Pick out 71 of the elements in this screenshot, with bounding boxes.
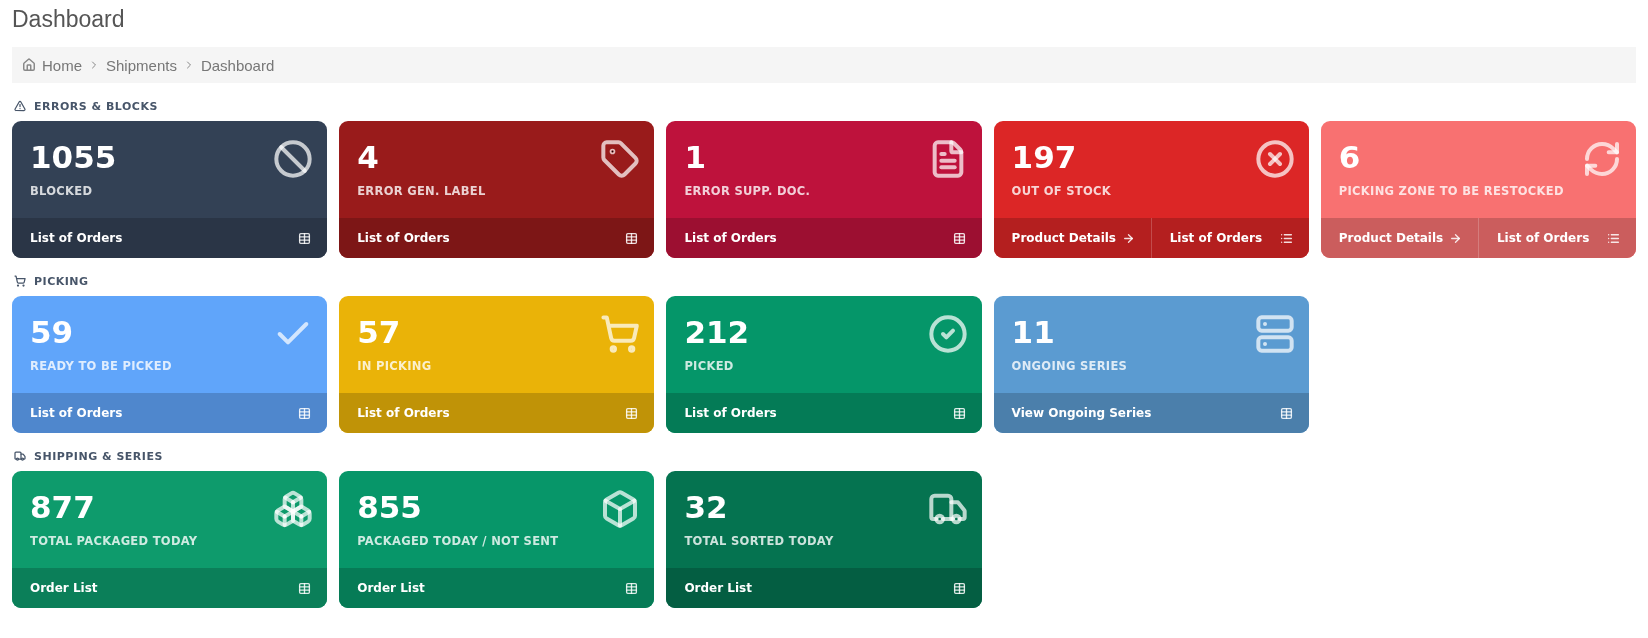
table-icon [952,406,966,420]
server-icon [1254,314,1295,354]
refresh-icon [1582,139,1622,179]
breadcrumb-link[interactable]: Shipments [106,56,177,74]
stat-value: 197 [1011,139,1078,177]
tag-icon [600,139,641,179]
stat-label: TOTAL PACKAGED TODAY [30,534,198,549]
ban-icon [273,139,314,179]
stat-label: IN PICKING [357,359,432,374]
footer-link[interactable]: Product Details [1320,218,1478,258]
stat-label: READY TO BE PICKED [30,359,172,374]
footer-link[interactable]: List of Orders [666,218,982,258]
stat-value: 4 [357,139,380,177]
footer-link[interactable]: View Ongoing Series [993,393,1309,433]
footer-link[interactable]: Order List [666,568,982,608]
footer-link[interactable]: List of Orders [1150,218,1309,258]
stat-value: 1055 [30,139,117,177]
table-icon [298,231,312,245]
table-icon [625,231,639,245]
table-icon [625,406,639,420]
stat-label: PICKED [684,359,735,374]
stat-value: 32 [684,489,729,527]
stat-value: 212 [684,314,750,352]
table-icon [1279,406,1293,420]
truck-icon [14,450,26,462]
table-icon [952,231,966,245]
stat-label: OUT OF STOCK [1011,184,1112,199]
footer-link[interactable]: List of Orders [339,218,655,258]
breadcrumb-link[interactable]: Home [42,56,82,74]
stat-value: 855 [357,489,423,527]
section-title: ERRORS & BLOCKS [34,99,158,113]
stat-value: 1 [684,139,707,177]
footer-link[interactable]: Order List [12,568,328,608]
warning-icon [14,100,26,112]
boxes-icon [273,489,314,529]
stat-value: 877 [30,489,96,527]
list-icon [1279,231,1293,245]
footer-link[interactable]: Product Details [993,218,1151,258]
table-icon [952,581,966,595]
stat-label: ERROR SUPP. DOC. [684,184,811,199]
stat-label: ERROR GEN. LABEL [357,184,486,199]
section-title: PICKING [34,274,89,288]
footer-link[interactable]: List of Orders [1477,218,1636,258]
section-title: SHIPPING & SERIES [34,449,163,463]
footer-link[interactable]: List of Orders [12,218,328,258]
x-circle-icon [1254,139,1295,179]
footer-link[interactable]: List of Orders [339,393,655,433]
footer-link[interactable]: List of Orders [12,393,328,433]
stat-value: 6 [1338,139,1362,177]
check-circle-icon [927,314,968,354]
footer-link[interactable]: List of Orders [666,393,982,433]
stat-label: BLOCKED [30,184,94,199]
page-title: Dashboard [12,6,126,33]
cart-icon [14,275,26,287]
footer-link[interactable]: Order List [339,568,655,608]
stat-label: TOTAL SORTED TODAY [684,534,834,549]
cart-icon [600,314,641,354]
breadcrumb-link[interactable]: Dashboard [200,56,275,74]
table-icon [625,581,639,595]
stat-label: ONGOING SERIES [1011,359,1128,374]
table-icon [298,581,312,595]
arrow-right-icon [1121,231,1135,245]
stat-value: 59 [30,314,75,352]
stat-value: 57 [357,314,402,352]
table-icon [298,406,312,420]
stat-label: PACKAGED TODAY / NOT SENT [357,534,559,549]
home-icon [22,58,36,72]
stat-label: PICKING ZONE TO BE RESTOCKED [1338,184,1564,199]
arrow-right-icon [1448,231,1462,245]
stat-value: 11 [1011,314,1056,352]
list-icon [1607,231,1620,245]
